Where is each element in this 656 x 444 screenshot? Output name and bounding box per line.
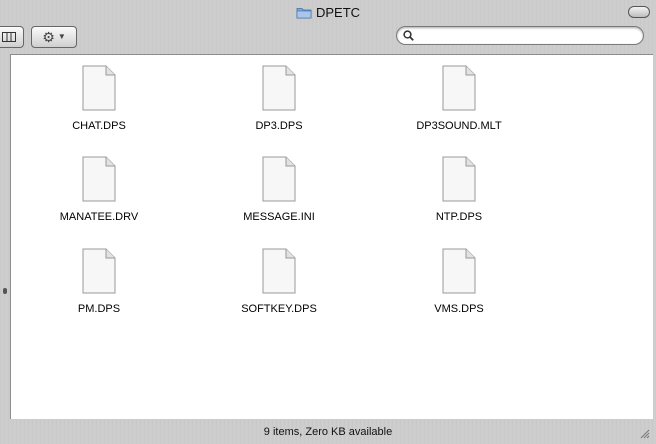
file-name: NTP.DPS [435, 211, 483, 223]
file-name: DP3.DPS [255, 120, 303, 132]
file-name: MESSAGE.INI [243, 211, 315, 223]
file-name: MANATEE.DRV [59, 211, 139, 223]
document-icon [82, 248, 116, 294]
file-item[interactable]: SOFTKEY.DPS [209, 248, 349, 315]
toolbar-toggle-button[interactable] [628, 6, 650, 18]
file-name: VMS.DPS [434, 303, 484, 315]
file-name: DP3SOUND.MLT [416, 120, 502, 132]
document-icon [442, 248, 476, 294]
file-item[interactable]: PM.DPS [29, 248, 169, 315]
file-item[interactable]: MANATEE.DRV [29, 156, 169, 223]
search-input[interactable] [418, 28, 622, 43]
finder-window: DPETC ⚙ ▼ CHAT.DPS DP3.DPS DP3SOUND.MLT … [0, 0, 656, 444]
file-name: CHAT.DPS [72, 120, 126, 132]
file-item[interactable]: DP3SOUND.MLT [389, 65, 529, 132]
window-title: DPETC [296, 5, 360, 20]
file-item[interactable]: NTP.DPS [389, 156, 529, 223]
document-icon [262, 156, 296, 202]
file-item[interactable]: VMS.DPS [389, 248, 529, 315]
gear-icon: ⚙ [42, 29, 55, 45]
file-item[interactable]: DP3.DPS [209, 65, 349, 132]
document-icon [82, 156, 116, 202]
splitter-handle[interactable] [3, 288, 7, 294]
file-item[interactable]: MESSAGE.INI [209, 156, 349, 223]
magnifier-icon [403, 30, 414, 41]
file-icon-view: CHAT.DPS DP3.DPS DP3SOUND.MLT MANATEE.DR… [10, 54, 653, 419]
view-button[interactable] [0, 26, 24, 48]
title-bar[interactable]: DPETC [0, 0, 656, 24]
search-field[interactable] [396, 26, 644, 45]
resize-grip-icon[interactable] [638, 427, 650, 439]
window-title-text: DPETC [315, 4, 361, 20]
document-icon [442, 65, 476, 111]
chevron-down-icon: ▼ [57, 32, 66, 41]
column-view-icon [2, 32, 16, 42]
folder-icon [296, 7, 312, 18]
file-name: SOFTKEY.DPS [241, 303, 317, 315]
file-name: PM.DPS [77, 303, 121, 315]
file-item[interactable]: CHAT.DPS [29, 65, 169, 132]
action-menu-button[interactable]: ⚙ ▼ [31, 26, 77, 48]
document-icon [82, 65, 116, 111]
document-icon [442, 156, 476, 202]
document-icon [262, 248, 296, 294]
status-text: 9 items, Zero KB available [263, 425, 393, 438]
status-bar: 9 items, Zero KB available [0, 419, 656, 444]
toolbar: ⚙ ▼ [0, 24, 656, 52]
document-icon [262, 65, 296, 111]
